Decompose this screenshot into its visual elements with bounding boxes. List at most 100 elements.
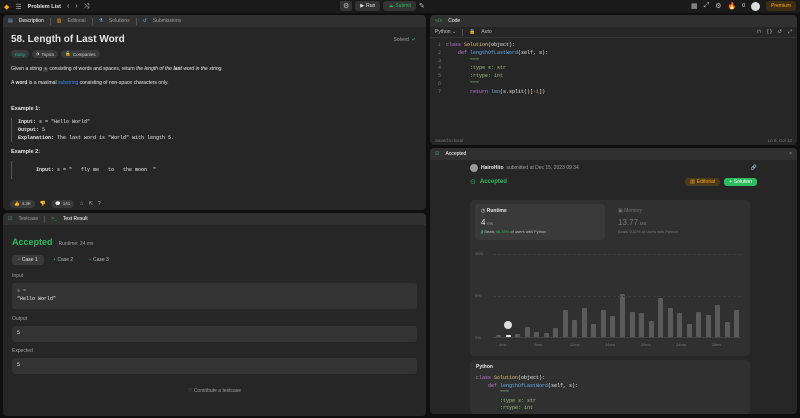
example-2-title: Example 2: <box>11 149 41 155</box>
expected-label: Expected <box>12 348 33 354</box>
example-2-block: Input: s = " fly me to the moon " <box>11 161 418 179</box>
difficulty-badge[interactable]: Easy <box>11 50 30 58</box>
chart-bar[interactable] <box>591 324 597 337</box>
prev-problem-icon[interactable]: ‹ <box>67 3 69 10</box>
bookmark-icon[interactable]: ⊓ <box>757 29 761 35</box>
output-label: Output <box>12 316 28 322</box>
chart-bar[interactable] <box>496 335 501 337</box>
debug-icon[interactable]: ⚙ <box>340 1 353 11</box>
code-line: :rtype: int <box>476 405 534 411</box>
link-icon[interactable]: 🔗 <box>751 165 757 171</box>
chart-bar[interactable] <box>667 307 673 337</box>
expand-icon[interactable]: ⤢ <box>788 29 792 35</box>
lock-icon: 🔒 <box>65 51 71 56</box>
line-number: 4 <box>437 65 441 72</box>
star-icon[interactable]: ☆ <box>79 201 83 207</box>
chart-bar[interactable] <box>572 320 578 337</box>
grid-line <box>493 254 741 255</box>
chart-bar[interactable] <box>534 331 540 337</box>
grid-icon[interactable]: ▦ <box>691 2 698 10</box>
chart-bar[interactable] <box>505 335 511 337</box>
close-icon[interactable]: × <box>789 151 792 157</box>
help-icon[interactable]: ? <box>98 201 101 207</box>
list-icon[interactable]: ☰ <box>15 3 21 11</box>
chart-x-label: 12ms <box>569 342 580 347</box>
shuffle-icon[interactable]: ⤨ <box>84 3 90 11</box>
run-button[interactable]: ▶ Run <box>355 1 381 11</box>
top-bar: ◆ ☰ Problem List ‹ › ⤨ ⚙ ▶ Run ☁ Submit ✎ … <box>0 0 800 13</box>
reset-icon[interactable]: ↺ <box>778 29 782 35</box>
contribute-testcase-link[interactable]: ♡ Contribute a testcase <box>12 388 417 394</box>
terminal-icon: >_ <box>51 216 57 222</box>
substring-link[interactable]: substring <box>58 80 78 86</box>
code-line: return len(s.split()[-1]) <box>446 88 546 95</box>
share-icon[interactable]: ⇱ <box>89 201 93 207</box>
comment-icon: 💬 <box>55 200 61 206</box>
chart-bar[interactable] <box>629 311 635 337</box>
user-avatar[interactable] <box>470 164 478 172</box>
description-footer: 👍 4.3K 👎 💬 141 ☆ ⇱ ? <box>3 197 426 210</box>
tab-description[interactable]: Description <box>19 18 44 24</box>
avatar[interactable] <box>750 1 760 11</box>
test-result-panel: ☑ Testcase >_ Test Result Accepted Runti… <box>3 213 426 416</box>
username[interactable]: HairoHito <box>481 165 504 171</box>
chart-bar[interactable] <box>734 310 740 337</box>
chart-bar[interactable] <box>543 332 549 337</box>
chart-bar[interactable] <box>677 313 683 337</box>
chart-bar[interactable] <box>686 323 692 337</box>
code-line: """ <box>446 80 480 87</box>
chart-bar[interactable] <box>705 315 711 337</box>
line-number: 3 <box>437 57 441 64</box>
chart-bar[interactable] <box>581 307 587 337</box>
comments-button[interactable]: 💬 141 <box>51 199 75 208</box>
runtime-card[interactable]: ◷ Runtime 4 ms ▮ Beats 96.34% of users w… <box>475 204 605 240</box>
premium-button[interactable]: Premium <box>765 1 796 11</box>
tab-testcase[interactable]: Testcase <box>18 216 38 222</box>
tab-test-result[interactable]: Test Result <box>63 216 88 222</box>
thumbs-down-icon[interactable]: 👎 <box>40 201 46 207</box>
chart-bar[interactable] <box>724 321 730 337</box>
case-1-tab[interactable]: • Case 1 <box>12 255 44 265</box>
chart-bar[interactable] <box>696 311 702 337</box>
submit-button[interactable]: ☁ Submit <box>383 1 416 11</box>
solution-button[interactable]: + Solution <box>724 178 757 186</box>
chart-bar[interactable] <box>515 334 521 337</box>
next-problem-icon[interactable]: › <box>75 3 77 10</box>
chart-bar[interactable] <box>600 310 606 337</box>
case-3-tab[interactable]: • Case 3 <box>83 255 115 265</box>
notes-icon[interactable]: ✎ <box>419 2 425 10</box>
chart-bar[interactable] <box>658 298 664 337</box>
language-select[interactable]: Python ⌄ <box>435 29 456 35</box>
chart-bar[interactable] <box>562 310 568 337</box>
chart-bar[interactable] <box>524 326 530 337</box>
case-2-tab[interactable]: • Case 2 <box>48 255 80 265</box>
solved-label: Solved <box>393 37 409 43</box>
tab-submissions[interactable]: Submissions <box>153 18 181 24</box>
fullscreen-icon[interactable]: ⤢ <box>704 2 710 10</box>
topics-tag[interactable]: ⬗ Topics <box>32 50 59 58</box>
chart-bar[interactable] <box>639 313 645 337</box>
chart-bar[interactable] <box>610 316 616 337</box>
fire-icon[interactable]: 🔥 <box>727 2 736 10</box>
logo-icon[interactable]: ◆ <box>4 3 9 11</box>
chart-bar[interactable] <box>620 294 625 337</box>
memory-card[interactable]: ▣ Memory 13.77 MB Beats 9.51% of users w… <box>612 204 742 240</box>
line-number: 6 <box>437 80 441 87</box>
chart-bar[interactable] <box>648 321 654 337</box>
tab-editorial[interactable]: Editorial <box>67 18 85 24</box>
code-editor[interactable]: 1234567 class Solution(object): def leng… <box>430 38 797 101</box>
chart-bar[interactable] <box>715 305 721 337</box>
tab-solutions[interactable]: Solutions <box>109 18 130 24</box>
problem-list-link[interactable]: Problem List <box>28 4 61 10</box>
editorial-button[interactable]: ▥ Editorial <box>685 178 720 186</box>
result-status: Accepted <box>12 237 53 247</box>
companies-tag[interactable]: 🔒 Companies <box>61 50 100 58</box>
chart-x-label: 8ms <box>534 342 542 347</box>
settings-icon[interactable]: ⚙ <box>715 2 721 10</box>
description-para-1: Given a string s consisting of words and… <box>11 66 223 72</box>
chart-bar[interactable] <box>553 327 559 337</box>
like-button[interactable]: 👍 4.3K <box>10 199 35 208</box>
streak-count: 0 <box>742 3 745 9</box>
braces-icon[interactable]: { } <box>767 29 772 35</box>
runtime-distribution-chart[interactable]: 10% 5% 0% 4ms 8ms 12ms 16ms 20ms 24ms 28ms <box>475 248 745 352</box>
